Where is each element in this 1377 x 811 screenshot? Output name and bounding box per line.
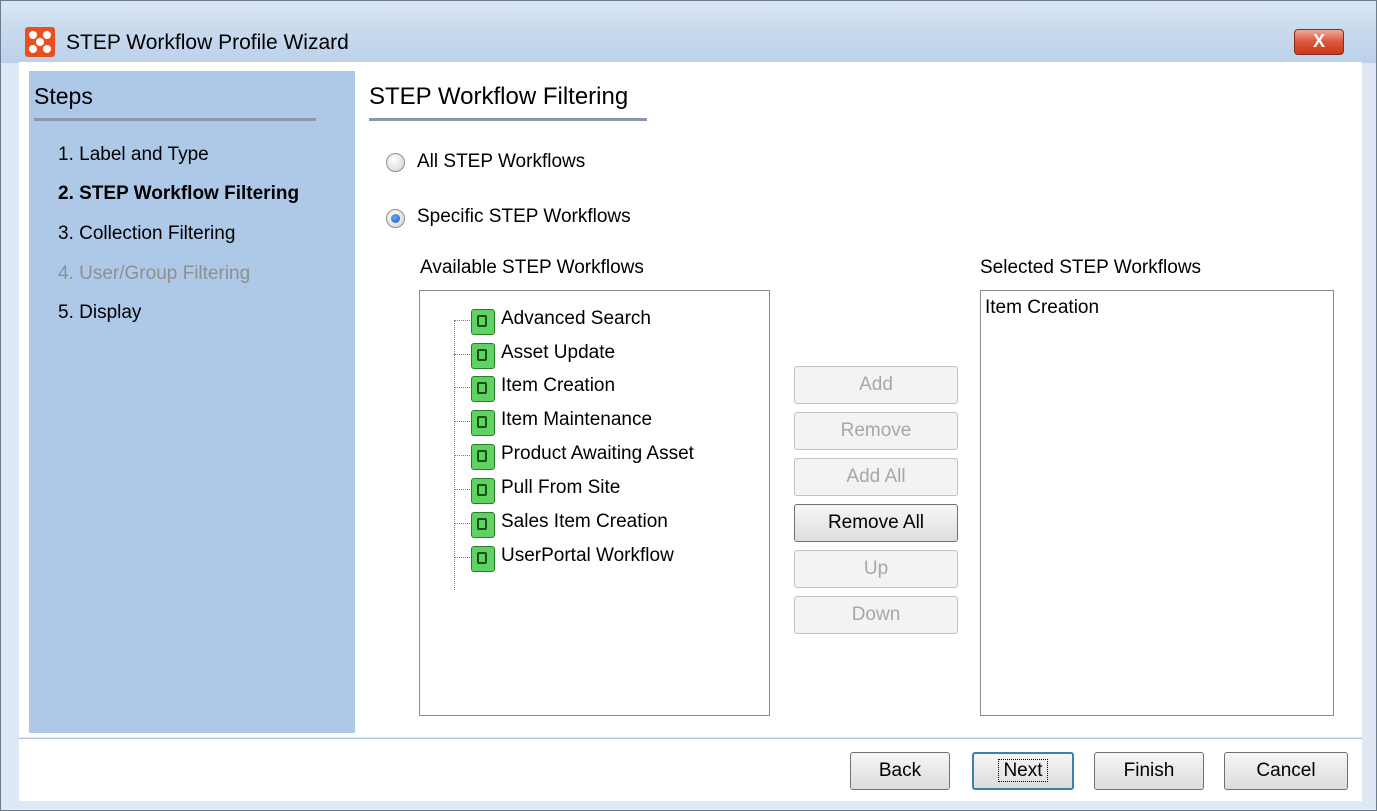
- step-display: 5. Display: [58, 302, 142, 323]
- title-bar: STEP Workflow Profile Wizard X: [1, 1, 1376, 63]
- tree-item-userportal-workflow[interactable]: UserPortal Workflow: [420, 542, 760, 572]
- available-workflows-label: Available STEP Workflows: [420, 257, 644, 278]
- tree-item-asset-update[interactable]: Asset Update: [420, 339, 760, 369]
- workflow-icon: [471, 478, 495, 504]
- tree-item-pull-from-site[interactable]: Pull From Site: [420, 474, 760, 504]
- next-button-label: Next: [998, 759, 1048, 782]
- workflow-icon: [471, 512, 495, 538]
- steps-panel: [29, 71, 355, 733]
- window-title: STEP Workflow Profile Wizard: [66, 31, 349, 54]
- tree-item-label: Product Awaiting Asset: [501, 443, 694, 464]
- tree-item-advanced-search[interactable]: Advanced Search: [420, 305, 760, 335]
- tree-item-label: Item Maintenance: [501, 409, 653, 430]
- step-collection-filtering: 3. Collection Filtering: [58, 223, 236, 244]
- tree-connector: [454, 523, 472, 524]
- back-button[interactable]: Back: [850, 752, 950, 790]
- tree-item-label: Item Creation: [501, 375, 616, 396]
- steps-title: Steps: [34, 83, 93, 109]
- tree-connector: [454, 455, 472, 456]
- tree-connector: [454, 489, 472, 490]
- tree-item-label: Pull From Site: [501, 477, 621, 498]
- tree-item-item-maintenance[interactable]: Item Maintenance: [420, 406, 760, 436]
- workflow-icon: [471, 546, 495, 572]
- finish-button[interactable]: Finish: [1094, 752, 1204, 790]
- tree-connector: [454, 320, 472, 321]
- tree-connector: [454, 354, 472, 355]
- tree-connector: [454, 421, 472, 422]
- tree-item-label: Asset Update: [501, 342, 616, 363]
- step-workflow-filtering: 2. STEP Workflow Filtering: [58, 183, 300, 204]
- add-button[interactable]: Add: [794, 366, 958, 404]
- tree-item-label: UserPortal Workflow: [501, 545, 674, 566]
- tree-item-product-awaiting-asset[interactable]: Product Awaiting Asset: [420, 440, 760, 470]
- page-title-divider: [369, 118, 647, 121]
- app-logo-icon: [25, 27, 55, 57]
- workflow-icon: [471, 309, 495, 335]
- workflow-icon: [471, 343, 495, 369]
- close-button[interactable]: X: [1294, 29, 1344, 55]
- page-title: STEP Workflow Filtering: [369, 83, 629, 110]
- tree-item-item-creation[interactable]: Item Creation: [420, 372, 760, 402]
- specific-workflows-radio[interactable]: [386, 209, 405, 228]
- workflow-icon: [471, 410, 495, 436]
- add-all-button[interactable]: Add All: [794, 458, 958, 496]
- workflow-icon: [471, 444, 495, 470]
- tree-item-label: Sales Item Creation: [501, 511, 668, 532]
- selected-workflows-list[interactable]: Item Creation: [980, 290, 1334, 716]
- tree-item-sales-item-creation[interactable]: Sales Item Creation: [420, 508, 760, 538]
- up-button[interactable]: Up: [794, 550, 958, 588]
- remove-all-button[interactable]: Remove All: [794, 504, 958, 542]
- tree-connector: [454, 557, 472, 558]
- all-workflows-label[interactable]: All STEP Workflows: [417, 151, 585, 173]
- cancel-button[interactable]: Cancel: [1224, 752, 1348, 790]
- specific-workflows-label[interactable]: Specific STEP Workflows: [417, 206, 631, 228]
- workflow-icon: [471, 376, 495, 402]
- selected-workflows-label: Selected STEP Workflows: [980, 257, 1202, 278]
- down-button[interactable]: Down: [794, 596, 958, 634]
- available-workflows-list[interactable]: Advanced Search Asset Update Item Creati…: [419, 290, 770, 716]
- tree-item-label: Advanced Search: [501, 308, 651, 329]
- tree-connector: [454, 387, 472, 388]
- remove-button[interactable]: Remove: [794, 412, 958, 450]
- step-label-and-type: 1. Label and Type: [58, 144, 209, 165]
- selected-list-item[interactable]: Item Creation: [985, 297, 1099, 319]
- all-workflows-radio[interactable]: [386, 153, 405, 172]
- step-user-group-filtering: 4. User/Group Filtering: [58, 263, 251, 284]
- steps-divider: [34, 118, 316, 121]
- radio-selected-dot: [391, 214, 400, 223]
- next-button[interactable]: Next: [972, 752, 1074, 790]
